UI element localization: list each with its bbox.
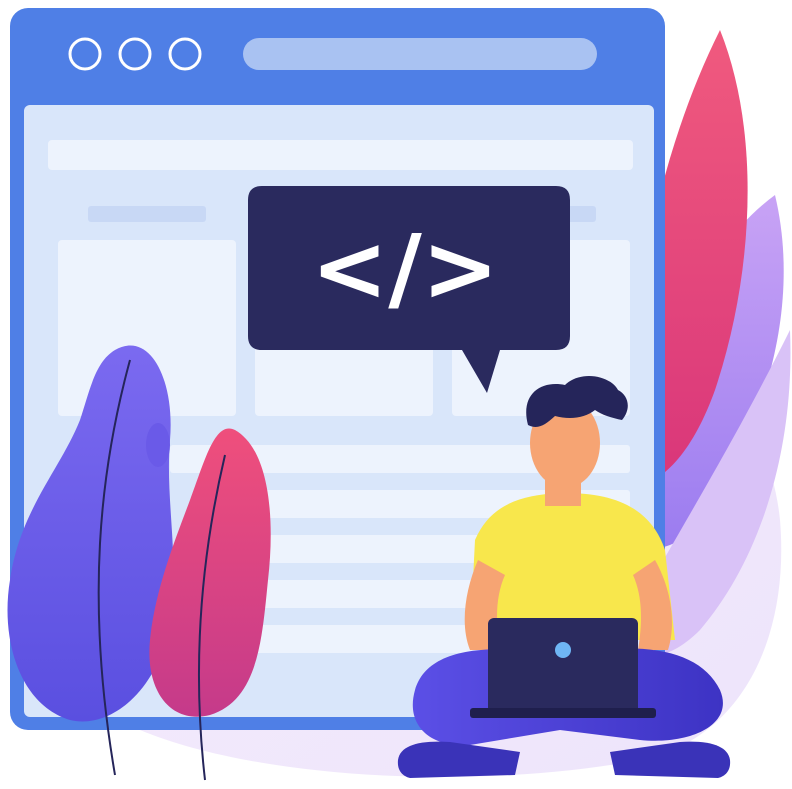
code-symbol-icon: </>	[311, 215, 499, 322]
laptop-logo-icon	[555, 642, 571, 658]
content-label-bar	[88, 206, 206, 222]
content-header-bar	[48, 140, 633, 170]
address-bar	[243, 38, 597, 70]
illustration: </>	[7, 8, 791, 781]
laptop	[488, 618, 638, 714]
laptop-base	[470, 708, 656, 718]
leaf-drop	[146, 423, 170, 467]
